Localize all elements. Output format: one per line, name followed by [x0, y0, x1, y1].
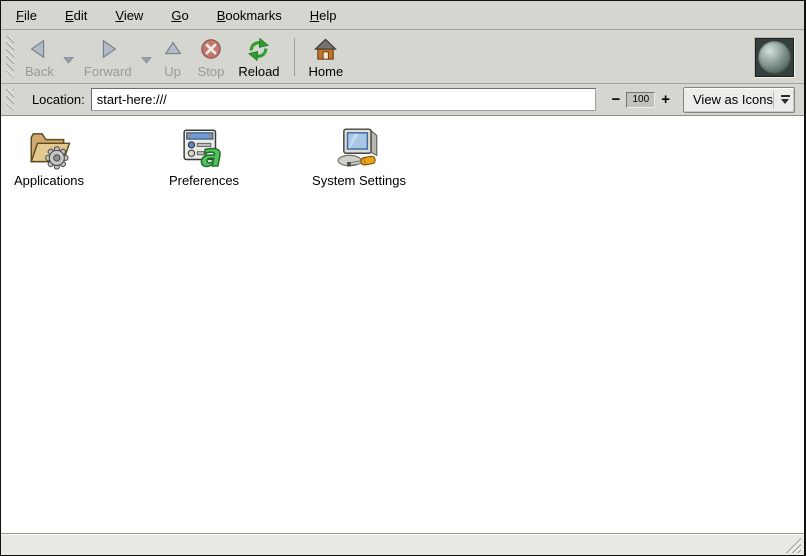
icon-system-settings[interactable]: System Settings — [311, 124, 407, 188]
icon-label: System Settings — [312, 173, 406, 188]
menu-help[interactable]: Help — [307, 6, 340, 25]
location-label: Location: — [32, 92, 85, 107]
up-arrow-icon — [162, 35, 184, 63]
applications-folder-icon — [26, 124, 72, 170]
throbber-sphere-icon — [758, 41, 791, 74]
menu-edit[interactable]: Edit — [62, 6, 90, 25]
icon-view: Applications a Preferences — [1, 116, 804, 534]
icon-label: Applications — [14, 173, 84, 188]
stop-icon — [200, 35, 222, 63]
locationbar-grip-handle[interactable] — [6, 89, 14, 111]
menu-file[interactable]: File — [13, 6, 40, 25]
menu-view[interactable]: View — [112, 6, 146, 25]
back-dropdown-button[interactable] — [61, 33, 77, 69]
home-button[interactable]: Home — [302, 33, 351, 80]
zoom-level-indicator: 100 — [626, 92, 655, 108]
up-label: Up — [164, 64, 181, 79]
file-manager-window: File Edit View Go Bookmarks Help Back Fo… — [0, 0, 806, 556]
back-arrow-icon — [28, 35, 50, 63]
home-icon — [314, 35, 337, 63]
back-button[interactable]: Back — [18, 33, 61, 80]
zoom-out-button[interactable]: − — [609, 91, 624, 108]
chevron-down-icon — [141, 51, 152, 69]
location-bar: Location: − 100 + View as Icons — [1, 84, 804, 116]
throbber — [754, 37, 795, 78]
view-as-value: View as Icons — [693, 92, 773, 107]
back-label: Back — [25, 64, 54, 79]
system-settings-icon — [336, 124, 382, 170]
chevron-down-icon — [63, 51, 74, 69]
stop-button[interactable]: Stop — [191, 33, 232, 80]
reload-icon — [246, 35, 271, 63]
icon-label: Preferences — [169, 173, 239, 188]
zoom-in-button[interactable]: + — [658, 91, 673, 108]
up-button[interactable]: Up — [155, 33, 191, 80]
reload-button[interactable]: Reload — [231, 33, 286, 80]
toolbar: Back Forward Up — [1, 30, 804, 84]
resize-grip-icon[interactable] — [784, 538, 801, 553]
menu-bar: File Edit View Go Bookmarks Help — [1, 1, 804, 30]
svg-text:a: a — [201, 138, 222, 170]
stop-label: Stop — [198, 64, 225, 79]
view-as-selector[interactable]: View as Icons — [683, 87, 795, 113]
forward-arrow-icon — [97, 35, 119, 63]
menu-go[interactable]: Go — [168, 6, 191, 25]
toolbar-separator — [294, 38, 295, 76]
icon-preferences[interactable]: a Preferences — [156, 124, 252, 188]
preferences-icon: a — [181, 124, 227, 170]
reload-label: Reload — [238, 64, 279, 79]
menu-bookmarks[interactable]: Bookmarks — [214, 6, 285, 25]
forward-button[interactable]: Forward — [77, 33, 139, 80]
forward-dropdown-button[interactable] — [139, 33, 155, 69]
combo-arrow-icon — [773, 91, 790, 109]
toolbar-grip-handle[interactable] — [6, 36, 14, 78]
forward-label: Forward — [84, 64, 132, 79]
home-label: Home — [309, 64, 344, 79]
icon-applications[interactable]: Applications — [1, 124, 97, 188]
status-bar — [1, 534, 804, 555]
location-input[interactable] — [91, 88, 596, 111]
